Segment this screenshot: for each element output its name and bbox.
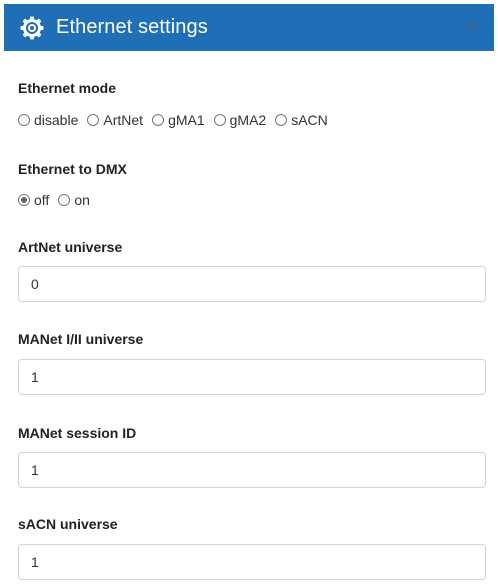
radio-label: sACN	[291, 112, 328, 128]
ethernet-mode-radio-group: disable ArtNet gMA1 gMA2 sACN	[18, 112, 337, 128]
radio-label: off	[34, 192, 50, 208]
ethernet-mode-label: Ethernet mode	[18, 80, 117, 96]
close-icon[interactable]: ×	[464, 17, 482, 35]
ethernet-to-dmx-on-radio[interactable]: on	[58, 192, 90, 208]
ethernet-to-dmx-label: Ethernet to DMX	[18, 161, 127, 177]
radio-label: disable	[34, 112, 79, 128]
manet-universe-label: MANet I/II universe	[18, 331, 144, 347]
dialog-title: Ethernet settings	[56, 16, 208, 38]
radio-icon	[87, 114, 100, 126]
ethernet-to-dmx-off-radio[interactable]: off	[18, 192, 49, 208]
radio-icon	[213, 114, 226, 126]
radio-icon	[58, 194, 71, 206]
manet-session-id-label: MANet session ID	[18, 425, 137, 441]
dialog-header: Ethernet settings ×	[4, 4, 494, 51]
ethernet-to-dmx-radio-group: off on	[18, 192, 99, 208]
radio-label: ArtNet	[103, 112, 144, 128]
manet-session-id-input[interactable]	[18, 452, 486, 488]
radio-label: gMA1	[168, 112, 205, 128]
ethernet-settings-dialog: Ethernet settings × Ethernet mode disabl…	[0, 0, 498, 588]
radio-icon	[152, 114, 165, 126]
artnet-universe-label: ArtNet universe	[18, 239, 123, 255]
radio-checked-icon	[18, 194, 30, 206]
ethernet-mode-artnet-radio[interactable]: ArtNet	[87, 112, 143, 128]
artnet-universe-input[interactable]	[18, 266, 486, 302]
radio-label: on	[74, 192, 90, 208]
radio-label: gMA2	[229, 112, 267, 128]
gear-icon	[19, 15, 45, 41]
sacn-universe-input[interactable]	[18, 544, 486, 580]
manet-universe-input[interactable]	[18, 359, 486, 395]
sacn-universe-label: sACN universe	[18, 516, 118, 532]
ethernet-mode-disable-radio[interactable]: disable	[18, 112, 78, 128]
ethernet-mode-sacn-radio[interactable]: sACN	[275, 112, 328, 128]
ethernet-mode-gma2-radio[interactable]: gMA2	[213, 112, 267, 128]
radio-icon	[275, 114, 288, 126]
radio-icon	[18, 114, 30, 126]
ethernet-mode-gma1-radio[interactable]: gMA1	[152, 112, 205, 128]
